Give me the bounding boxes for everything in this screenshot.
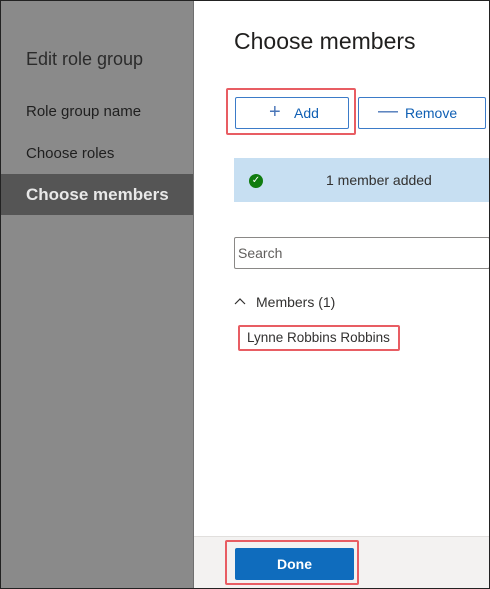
sidebar-item-choose-roles[interactable]: Choose roles xyxy=(26,145,114,162)
members-group-toggle[interactable]: Members (1) xyxy=(234,294,335,310)
banner-message: 1 member added xyxy=(326,172,432,188)
remove-button-label: Remove xyxy=(405,105,458,121)
minus-icon: — xyxy=(378,100,398,122)
member-highlight xyxy=(238,325,400,351)
sidebar-item-choose-members[interactable]: Choose members xyxy=(1,174,193,215)
status-banner: ✓ 1 member added xyxy=(234,158,489,202)
panel-frame: Edit role group Role group name Choose r… xyxy=(0,0,490,589)
check-circle-icon: ✓ xyxy=(249,174,263,188)
sidebar: Edit role group Role group name Choose r… xyxy=(1,1,193,588)
page-title: Choose members xyxy=(234,28,416,54)
sidebar-item-role-group-name[interactable]: Role group name xyxy=(26,103,141,120)
add-highlight xyxy=(226,88,356,135)
chevron-up-icon xyxy=(234,298,246,305)
remove-button[interactable]: — Remove xyxy=(358,97,486,129)
main-panel: Choose members + Add — Remove ✓ 1 member… xyxy=(194,1,489,588)
sidebar-title: Edit role group xyxy=(26,49,144,69)
done-highlight xyxy=(225,540,359,585)
members-header: Members (1) xyxy=(256,294,336,310)
search-input[interactable] xyxy=(234,237,489,269)
sidebar-item-label: Choose members xyxy=(26,185,169,204)
